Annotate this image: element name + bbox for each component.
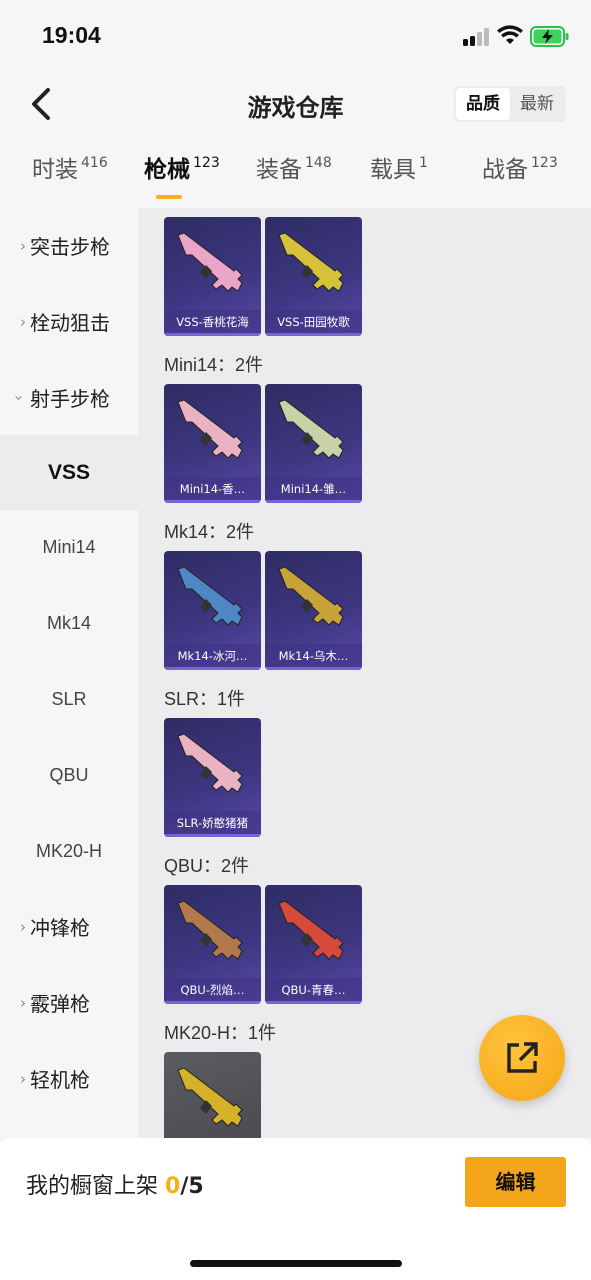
sidebar-item-marksman-rifle[interactable]: › 射手步枪: [0, 360, 138, 435]
tab-label: 战备: [482, 157, 528, 183]
rifle-icon: [278, 399, 344, 459]
showcase-status: 我的橱窗上架 0/5: [26, 1168, 204, 1200]
weapon-skin-card[interactable]: Mini14-雏…: [265, 384, 362, 503]
edit-button[interactable]: 编辑: [465, 1157, 566, 1207]
rifle-icon: [278, 232, 344, 292]
cellular-signal-icon: [463, 28, 491, 46]
weapon-skin-card[interactable]: [164, 1052, 261, 1138]
sidebar-subitem-qbu[interactable]: QBU: [0, 738, 138, 813]
tab-label: 枪械: [144, 157, 190, 183]
weapon-skin-card[interactable]: Mini14-香…: [164, 384, 261, 503]
chevron-right-icon: ›: [20, 236, 26, 255]
tab-count: 123: [531, 155, 558, 171]
weapon-skin-name: VSS-香桃花海: [164, 310, 261, 336]
weapon-category-sidebar: › 突击步枪 › 栓动狙击 › 射手步枪 VSS Mini14 Mk14 SLR…: [0, 208, 138, 1138]
weapon-skin-name: QBU-烈焰…: [164, 978, 261, 1004]
tab-count: 148: [305, 155, 332, 171]
wifi-icon: [497, 25, 523, 44]
chevron-right-icon: ›: [20, 312, 26, 331]
sidebar-item-label: 突击步枪: [30, 235, 110, 259]
weapon-skin-card[interactable]: Mk14-冰河…: [164, 551, 261, 670]
weapon-skin-card[interactable]: QBU-青春…: [265, 885, 362, 1004]
tab-vehicles[interactable]: 载具 1: [370, 150, 428, 184]
tab-count: 416: [81, 155, 108, 171]
rifle-icon: [177, 733, 243, 793]
sort-option-latest[interactable]: 最新: [510, 88, 564, 120]
category-tabs: 时装 416 枪械 123 装备 148 载具 1 战备 123: [0, 150, 591, 200]
chevron-down-icon: ›: [10, 394, 28, 401]
share-external-icon: [507, 1042, 538, 1073]
weapon-skin-card[interactable]: VSS-香桃花海: [164, 217, 261, 336]
sort-toggle: 品质 最新: [454, 86, 566, 122]
share-fab[interactable]: [479, 1015, 565, 1101]
tab-label: 时装: [32, 157, 78, 183]
tab-battle-gear[interactable]: 战备 123: [482, 150, 558, 184]
weapon-skin-card[interactable]: SLR-娇憨猪猪: [164, 718, 261, 837]
weapon-skin-name: VSS-田园牧歌: [265, 310, 362, 336]
chevron-right-icon: ›: [20, 993, 26, 1012]
weapon-skin-name: Mk14-冰河…: [164, 644, 261, 670]
sidebar-item-smg[interactable]: › 冲锋枪: [0, 889, 138, 964]
sidebar-item-label: 冲锋枪: [30, 916, 90, 940]
sidebar-item-assault-rifle[interactable]: › 突击步枪: [0, 208, 138, 283]
showcase-label: 我的橱窗上架: [26, 1174, 165, 1199]
tab-label: 载具: [370, 157, 416, 183]
battery-charging-icon: [530, 26, 569, 47]
group-label: SLR：1件: [164, 689, 246, 709]
rifle-icon: [177, 566, 243, 626]
weapon-skin-card[interactable]: QBU-烈焰…: [164, 885, 261, 1004]
tab-equipment[interactable]: 装备 148: [256, 150, 332, 184]
group-label: QBU：2件: [164, 856, 250, 876]
active-tab-indicator: [156, 195, 182, 199]
showcase-bar: 我的橱窗上架 0/5 编辑: [0, 1138, 591, 1280]
status-time: 19:04: [42, 22, 101, 48]
sidebar-subitem-mk20h[interactable]: MK20-H: [0, 814, 138, 889]
tab-firearms[interactable]: 枪械 123: [144, 150, 220, 184]
home-indicator[interactable]: [190, 1260, 402, 1267]
sort-option-quality[interactable]: 品质: [456, 88, 510, 120]
sidebar-item-label: 栓动狙击: [30, 311, 110, 335]
weapon-skin-name: Mk14-乌木…: [265, 644, 362, 670]
rifle-icon: [177, 399, 243, 459]
status-bar: 19:04: [0, 0, 591, 70]
rifle-icon: [177, 232, 243, 292]
group-label: Mk14：2件: [164, 522, 255, 542]
weapon-skin-card[interactable]: Mk14-乌木…: [265, 551, 362, 670]
weapon-skin-name: QBU-青春…: [265, 978, 362, 1004]
weapon-skin-name: Mini14-雏…: [265, 477, 362, 503]
sidebar-subitem-vss[interactable]: VSS: [0, 435, 138, 510]
sidebar-item-shotgun[interactable]: › 霰弹枪: [0, 965, 138, 1040]
sidebar-subitem-mini14[interactable]: Mini14: [0, 510, 138, 585]
rifle-icon: [278, 900, 344, 960]
sidebar-item-lmg[interactable]: › 轻机枪: [0, 1041, 138, 1116]
tab-costumes[interactable]: 时装 416: [32, 150, 108, 184]
rifle-icon: [278, 566, 344, 626]
sidebar-item-label: 射手步枪: [30, 387, 110, 411]
sidebar-item-label: 轻机枪: [30, 1068, 90, 1092]
weapon-skin-name: Mini14-香…: [164, 477, 261, 503]
showcase-total: /5: [180, 1174, 204, 1199]
chevron-right-icon: ›: [20, 1069, 26, 1088]
showcase-count: 0: [165, 1174, 181, 1199]
group-label: MK20-H：1件: [164, 1023, 277, 1043]
sidebar-subitem-mk14[interactable]: Mk14: [0, 586, 138, 661]
group-label: Mini14：2件: [164, 355, 264, 375]
weapon-skin-card[interactable]: VSS-田园牧歌: [265, 217, 362, 336]
tab-count: 1: [419, 155, 428, 171]
chevron-right-icon: ›: [20, 917, 26, 936]
rifle-icon: [177, 1067, 243, 1127]
tab-count: 123: [193, 155, 220, 171]
rifle-icon: [177, 900, 243, 960]
weapon-skin-grid: VSS-香桃花海 VSS-田园牧歌 Mini14：2件 Mini14-香… Mini14…: [138, 208, 591, 1138]
weapon-skin-name: SLR-娇憨猪猪: [164, 811, 261, 837]
tab-label: 装备: [256, 157, 302, 183]
sidebar-item-bolt-sniper[interactable]: › 栓动狙击: [0, 284, 138, 359]
sidebar-subitem-slr[interactable]: SLR: [0, 662, 138, 737]
sidebar-item-label: 霰弹枪: [30, 992, 90, 1016]
